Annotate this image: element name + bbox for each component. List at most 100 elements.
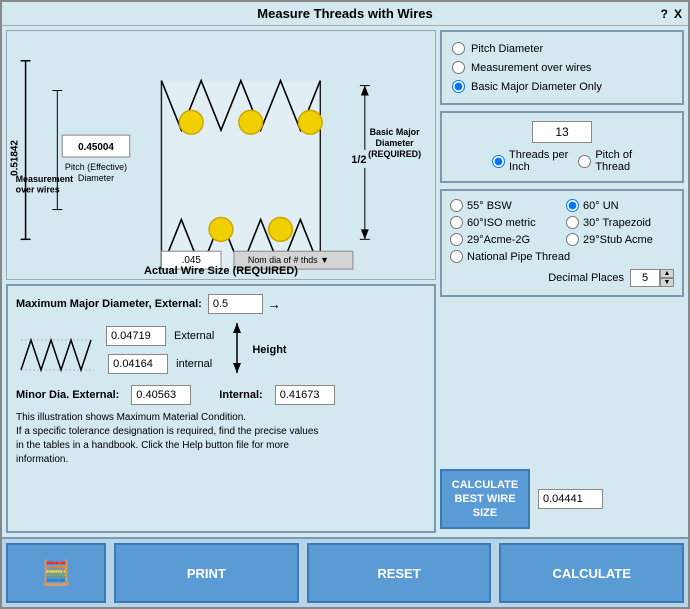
left-panel: 0.51842 0.45004 Pitch (Effective) Diamet…: [6, 30, 436, 533]
measurement-radio-group: Pitch Diameter Measurement over wires Ba…: [452, 42, 672, 93]
angle-npt: National Pipe Thread: [450, 250, 674, 263]
svg-text:Diameter: Diameter: [376, 138, 415, 148]
calc-best-wire-button[interactable]: CALCULATE BEST WIRE SIZE: [440, 469, 530, 529]
height-label: Height: [252, 344, 286, 356]
info-text: This illustration shows Maximum Material…: [16, 411, 426, 467]
minor-row: Minor Dia. External: Internal:: [16, 385, 426, 405]
minor-ext-label: Minor Dia. External:: [16, 389, 119, 401]
angle-grid: 55° BSW 60° UN 60°ISO metric 30° Trapezo…: [450, 199, 674, 263]
measurement-wires-radio[interactable]: [452, 61, 465, 74]
svg-text:0.51842: 0.51842: [10, 140, 21, 176]
angle-npt-label: National Pipe Thread: [467, 251, 570, 263]
print-button[interactable]: PRINT: [114, 543, 299, 603]
threads-value-row: [450, 121, 674, 143]
bottom-bar: 🧮 PRINT RESET CALCULATE: [2, 537, 688, 607]
minor-int-label: Internal:: [219, 389, 262, 401]
spinner-down-button[interactable]: ▼: [660, 278, 674, 287]
angle-29acme: 29°Acme-2G: [450, 233, 558, 246]
right-panel: Pitch Diameter Measurement over wires Ba…: [440, 30, 684, 533]
spinner-buttons: ▲ ▼: [660, 269, 674, 287]
angle-29acme-radio[interactable]: [450, 233, 463, 246]
zigzag-diagram: [16, 320, 96, 380]
angle-29stub-radio[interactable]: [566, 233, 579, 246]
max-major-row: Maximum Major Diameter, External: →: [16, 294, 426, 314]
pitch-diameter-radio[interactable]: [452, 42, 465, 55]
right-middle-panel: Threads perInch Pitch ofThread: [440, 111, 684, 183]
external-input[interactable]: [106, 326, 166, 346]
decimal-places-input[interactable]: [630, 269, 660, 287]
decimal-spinner: ▲ ▼: [630, 269, 674, 287]
calculator-icon: 🧮: [41, 559, 71, 588]
svg-text:(REQUIRED): (REQUIRED): [368, 149, 421, 159]
angle-30trap-radio[interactable]: [566, 216, 579, 229]
calc-best-section: CALCULATE BEST WIRE SIZE: [440, 303, 684, 533]
calc-result-row: CALCULATE BEST WIRE SIZE: [440, 469, 684, 529]
minor-ext-input[interactable]: [131, 385, 191, 405]
thread-diagram: 0.51842 0.45004 Pitch (Effective) Diamet…: [7, 31, 435, 279]
pitch-of-thread-label: Pitch ofThread: [595, 149, 632, 173]
right-top-panel: Pitch Diameter Measurement over wires Ba…: [440, 30, 684, 105]
radio-pitch-diameter: Pitch Diameter: [452, 42, 672, 55]
svg-text:Pitch (Effective): Pitch (Effective): [65, 162, 127, 172]
internal-label: internal: [176, 358, 212, 370]
angle-60iso-radio[interactable]: [450, 216, 463, 229]
diagram-area: 0.51842 0.45004 Pitch (Effective) Diamet…: [6, 30, 436, 280]
angle-55bsw-radio[interactable]: [450, 199, 463, 212]
decimal-places-row: Decimal Places ▲ ▼: [450, 269, 674, 287]
info-text-content: This illustration shows Maximum Material…: [16, 412, 318, 465]
angle-30trap: 30° Trapezoid: [566, 216, 674, 229]
angle-29acme-label: 29°Acme-2G: [467, 234, 530, 246]
svg-text:0.45004: 0.45004: [78, 142, 114, 153]
angle-60iso: 60°ISO metric: [450, 216, 558, 229]
max-major-label: Maximum Major Diameter, External:: [16, 298, 202, 310]
ext-int-area: External internal: [106, 326, 214, 374]
angle-npt-radio[interactable]: [450, 250, 463, 263]
max-major-input[interactable]: [208, 294, 263, 314]
height-area: [222, 318, 252, 381]
angle-60un-label: 60° UN: [583, 200, 619, 212]
threads-value-input[interactable]: [532, 121, 592, 143]
radio-measurement-wires: Measurement over wires: [452, 61, 672, 74]
basic-major-radio[interactable]: [452, 80, 465, 93]
angle-60un: 60° UN: [566, 199, 674, 212]
decimal-places-label: Decimal Places: [548, 272, 624, 284]
arrow-right-icon: →: [267, 296, 281, 312]
lower-panel: Maximum Major Diameter, External: →: [6, 284, 436, 533]
threads-per-inch-option: Threads perInch: [492, 149, 568, 173]
pitch-of-thread-radio[interactable]: [578, 155, 591, 168]
calculator-icon-button[interactable]: 🧮: [6, 543, 106, 603]
main-content: 0.51842 0.45004 Pitch (Effective) Diamet…: [2, 26, 688, 537]
help-button[interactable]: ?: [661, 7, 668, 21]
right-angles-panel: 55° BSW 60° UN 60°ISO metric 30° Trapezo…: [440, 189, 684, 297]
external-row: External: [106, 326, 214, 346]
height-arrow: [222, 318, 252, 378]
calc-best-wire-label: CALCULATE BEST WIRE SIZE: [452, 478, 518, 521]
svg-text:over wires: over wires: [16, 185, 60, 195]
svg-text:Measurement: Measurement: [16, 174, 73, 184]
angle-60iso-label: 60°ISO metric: [467, 217, 536, 229]
reset-button[interactable]: RESET: [307, 543, 492, 603]
external-label: External: [174, 330, 214, 342]
spinner-up-button[interactable]: ▲: [660, 269, 674, 278]
calculate-button[interactable]: CALCULATE: [499, 543, 684, 603]
internal-row: internal: [108, 354, 212, 374]
measurement-wires-label: Measurement over wires: [471, 62, 591, 74]
calc-result-input[interactable]: [538, 489, 603, 509]
svg-text:1/2: 1/2: [351, 154, 366, 166]
angle-55bsw-label: 55° BSW: [467, 200, 512, 212]
angle-30trap-label: 30° Trapezoid: [583, 217, 651, 229]
threads-per-inch-label: Threads perInch: [509, 149, 568, 173]
angle-60un-radio[interactable]: [566, 199, 579, 212]
basic-major-label: Basic Major Diameter Only: [471, 81, 602, 93]
internal-input[interactable]: [108, 354, 168, 374]
threads-type-radios: Threads perInch Pitch ofThread: [450, 149, 674, 173]
title-controls: ? X: [661, 7, 682, 21]
pitch-of-thread-option: Pitch ofThread: [578, 149, 632, 173]
threads-per-inch-radio[interactable]: [492, 155, 505, 168]
title-bar: Measure Threads with Wires ? X: [2, 2, 688, 26]
main-window: Measure Threads with Wires ? X 0.51842: [0, 0, 690, 609]
close-button[interactable]: X: [674, 7, 682, 21]
minor-int-input[interactable]: [275, 385, 335, 405]
svg-text:Basic Major: Basic Major: [370, 127, 421, 137]
angle-55bsw: 55° BSW: [450, 199, 558, 212]
